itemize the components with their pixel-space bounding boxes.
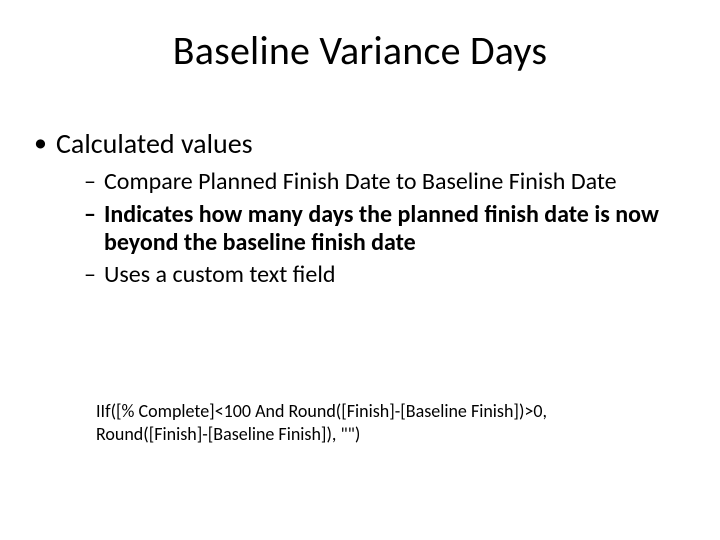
slide-title: Baseline Variance Days xyxy=(0,26,720,75)
formula-text: IIf([% Complete]<100 And Round([Finish]-… xyxy=(96,400,660,445)
bullet-level2-item: Compare Planned Finish Date to Baseline … xyxy=(84,168,686,196)
bullet-level1: Calculated values xyxy=(34,128,686,160)
slide-body: Calculated values Compare Planned Finish… xyxy=(34,128,686,293)
bullet-level2-item-bold: Indicates how many days the planned fini… xyxy=(84,201,686,258)
bullet-level2-item: Uses a custom text field xyxy=(84,261,686,289)
slide: Baseline Variance Days Calculated values… xyxy=(0,0,720,540)
bullet-level2-group: Compare Planned Finish Date to Baseline … xyxy=(34,168,686,289)
